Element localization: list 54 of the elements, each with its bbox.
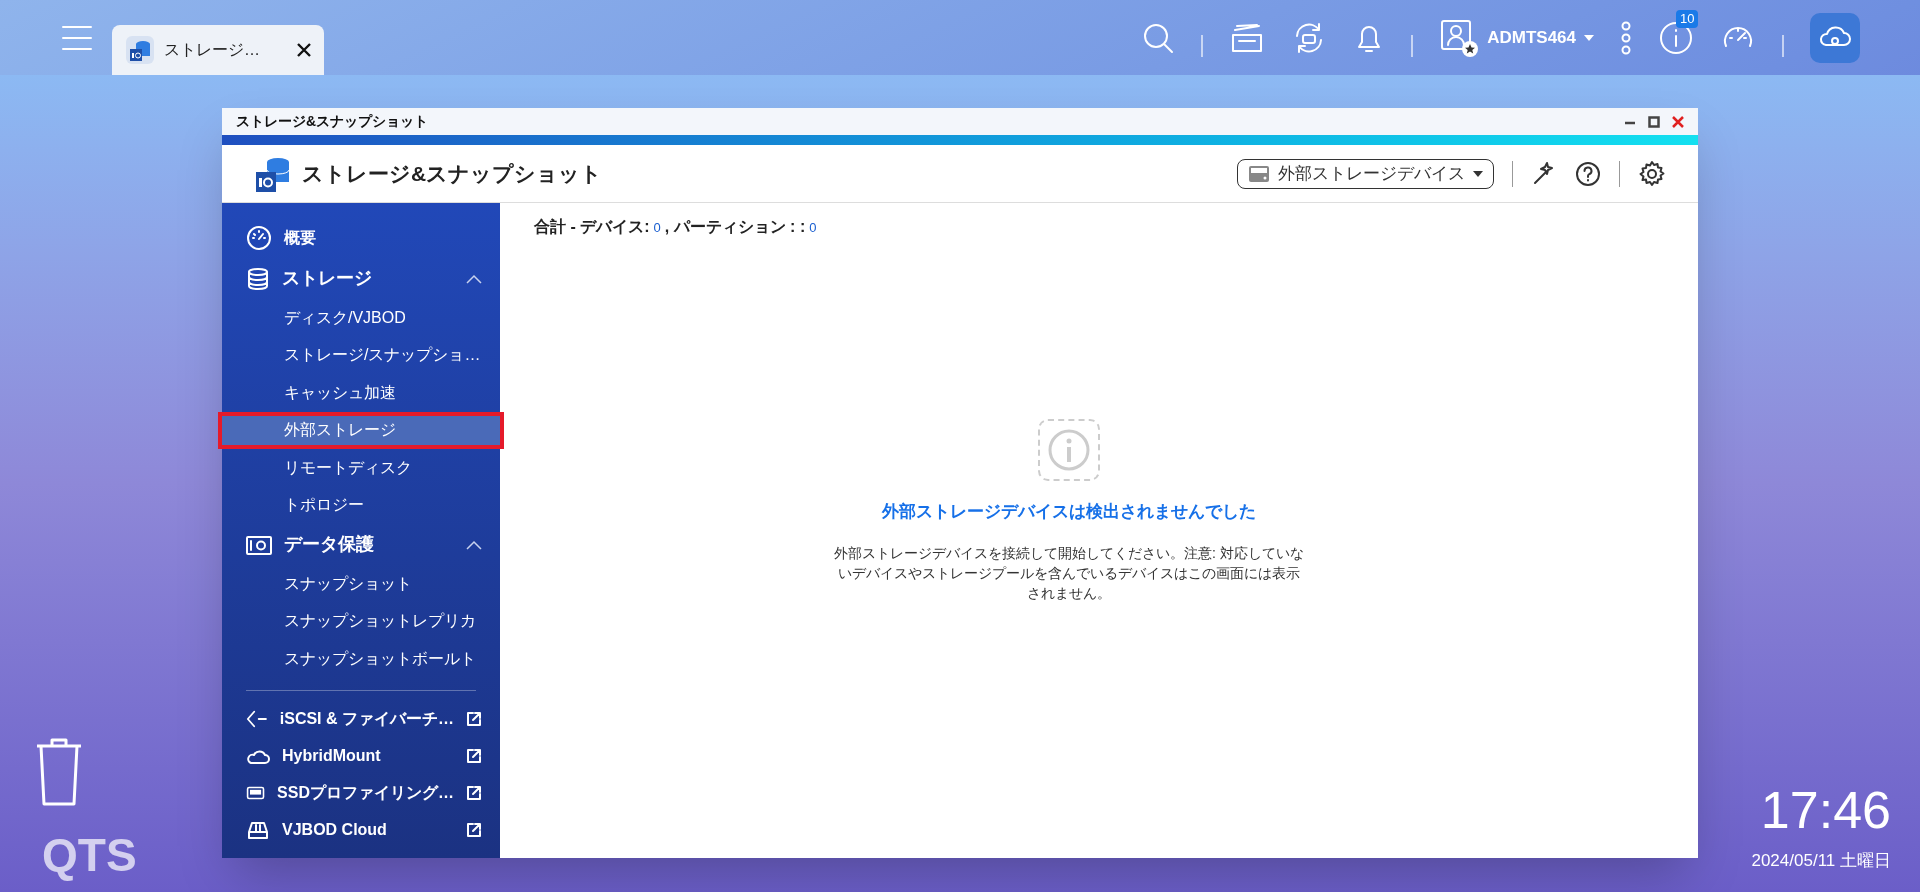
external-link[interactable]: SSDプロファイリング…	[222, 774, 500, 812]
sidebar-group-header[interactable]: データ保護	[222, 524, 500, 565]
external-link-icon	[466, 822, 482, 838]
camera-drive-icon	[246, 533, 272, 556]
diamond-arrow-icon	[246, 709, 268, 729]
clock-date: 2024/05/11 土曜日	[1751, 852, 1891, 869]
app-tab[interactable]: ストレージ…	[112, 25, 324, 75]
tab-label: ストレージ…	[164, 40, 260, 60]
external-link-icon	[466, 785, 482, 801]
maximize-icon[interactable]	[1648, 115, 1660, 128]
external-link[interactable]: VJBOD Cloud	[222, 811, 500, 849]
empty-state-title: 外部ストレージデバイスは検出されませんでした	[882, 501, 1256, 523]
more-icon[interactable]	[1620, 20, 1632, 55]
sidebar-item[interactable]: ディスク/VJBOD	[222, 299, 500, 337]
empty-state-message: 外部ストレージデバイスを接続して開始してください。注意: 対応していないデバイスやストレージプールを含んでいるデバイスはこの画面には表示されません。	[834, 543, 1304, 603]
device-count: 0	[653, 219, 661, 237]
gauge-icon	[246, 224, 272, 251]
sidebar-item[interactable]: スナップショット	[222, 565, 500, 603]
sidebar-item[interactable]: ストレージ/スナップショ…	[222, 336, 500, 374]
sidebar-item[interactable]: 外部ストレージ	[222, 415, 500, 445]
chevron-up-icon	[466, 539, 482, 550]
external-link-icon	[466, 711, 482, 727]
notification-badge: 10	[1676, 9, 1699, 28]
summary-label: , パーティション : :	[664, 217, 806, 237]
raid-drive-icon	[1248, 164, 1270, 183]
user-icon[interactable]	[1439, 17, 1480, 58]
close-icon[interactable]	[296, 42, 312, 58]
sidebar-item[interactable]: スナップショットレプリカ	[222, 602, 500, 640]
database-icon	[246, 266, 270, 291]
sidebar-item[interactable]: スナップショットボールト	[222, 640, 500, 678]
cloud-icon[interactable]	[1810, 12, 1860, 63]
caret-down-icon	[1473, 170, 1483, 177]
sidebar-item[interactable]: 概要	[222, 217, 500, 258]
help-icon[interactable]	[1575, 160, 1601, 187]
window-title: ストレージ&スナップショット	[236, 112, 429, 131]
sidebar-group-header[interactable]: ストレージ	[222, 258, 500, 299]
info-icon	[1047, 428, 1091, 472]
chevron-up-icon	[466, 273, 482, 284]
sidebar-item[interactable]: トポロジー	[222, 486, 500, 524]
external-link[interactable]: iSCSI & ファイバーチ…	[222, 700, 500, 738]
sidebar-item[interactable]: キャッシュ加速	[222, 374, 500, 412]
trash-icon[interactable]	[34, 736, 84, 806]
clock-time: 17:46	[1760, 784, 1891, 836]
caret-down-icon[interactable]	[1584, 34, 1594, 41]
external-link[interactable]: HybridMount	[222, 737, 500, 775]
sidebar-item[interactable]: リモートディスク	[222, 449, 500, 487]
settings-icon[interactable]	[1638, 159, 1666, 188]
external-link-icon	[466, 748, 482, 764]
storage-app-icon	[124, 34, 156, 66]
app-title: ストレージ&スナップショット	[302, 160, 603, 187]
device-dropdown[interactable]: 外部ストレージデバイス	[1237, 158, 1494, 189]
partition-count: 0	[809, 219, 817, 237]
drive-transfer-icon	[246, 820, 270, 840]
summary-label: 合計 - デバイス:	[534, 217, 650, 237]
